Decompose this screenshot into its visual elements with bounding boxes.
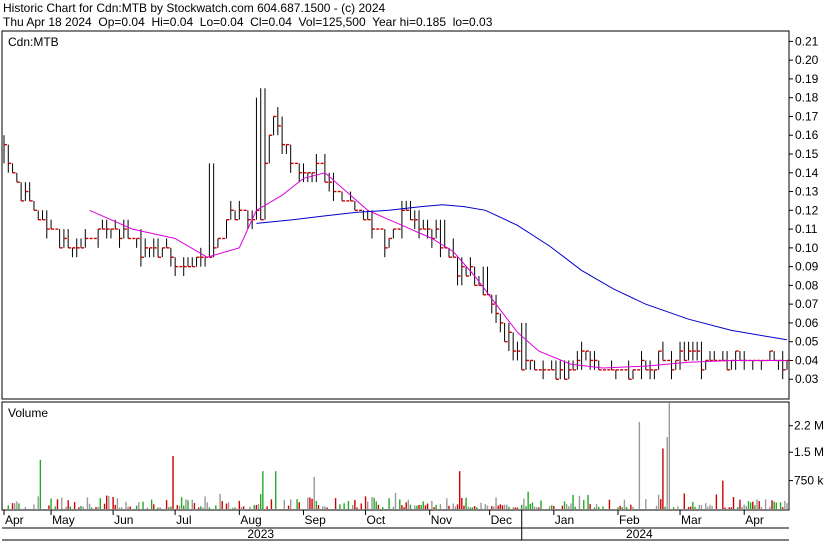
month-label: Feb (619, 513, 640, 527)
volume-y-tick-label: 750 k (794, 474, 824, 488)
price-panel-frame (1, 30, 790, 400)
price-y-tick-label: 0.08 (795, 278, 819, 292)
volume-y-axis: 2.2 M 1.5 M 750 k (789, 419, 824, 488)
volume-bars (7, 403, 788, 509)
month-label: Mar (681, 513, 702, 527)
price-y-tick-label: 0.04 (795, 353, 819, 367)
moving-average-short-line (89, 172, 787, 369)
price-y-tick-label: 0.17 (795, 109, 819, 123)
month-label: Jan (555, 513, 574, 527)
price-bars (3, 88, 790, 380)
time-axis: Apr May Jun Jul Aug Sep Oct Nov Dec Jan Feb Mar Apr 2… (3, 510, 764, 541)
price-y-tick-label: 0.03 (795, 372, 819, 386)
price-y-tick-label: 0.14 (795, 166, 819, 180)
stock-chart: Cdn:MTB 0.21 0.20 0.19 0.18 0.17 0.16 0.15 0.14… (1, 30, 824, 541)
price-y-tick-label: 0.06 (795, 316, 819, 330)
price-panel-title: Cdn:MTB (8, 35, 59, 49)
price-y-axis: 0.21 0.20 0.19 0.18 0.17 0.16 0.15 0.14 0.13 0.12… (789, 34, 819, 386)
month-label: Jun (114, 513, 133, 527)
month-label: Aug (240, 513, 261, 527)
chart-window: Historic Chart for Cdn:MTB by Stockwatch… (0, 0, 830, 543)
price-y-tick-label: 0.10 (795, 241, 819, 255)
volume-y-tick-label: 1.5 M (794, 445, 824, 459)
price-y-tick-label: 0.12 (795, 203, 819, 217)
month-label: Sep (305, 513, 327, 527)
price-y-tick-label: 0.16 (795, 128, 819, 142)
month-label: May (52, 513, 75, 527)
volume-panel-title: Volume (8, 406, 48, 420)
price-y-tick-label: 0.19 (795, 72, 819, 86)
month-label: Oct (367, 513, 386, 527)
price-y-tick-label: 0.18 (795, 91, 819, 105)
price-y-tick-label: 0.11 (795, 222, 818, 236)
month-label: Jul (176, 513, 191, 527)
year-label: 2024 (626, 527, 653, 541)
month-label: Apr (5, 513, 24, 527)
price-y-tick-label: 0.13 (795, 185, 819, 199)
moving-average-long-line (256, 204, 788, 341)
price-y-tick-label: 0.15 (795, 147, 819, 161)
price-y-tick-label: 0.20 (795, 53, 819, 67)
price-y-tick-label: 0.05 (795, 335, 819, 349)
price-y-tick-label: 0.21 (795, 34, 819, 48)
month-label: Nov (431, 513, 452, 527)
price-y-tick-label: 0.09 (795, 260, 819, 274)
year-label: 2023 (247, 527, 274, 541)
month-label: Apr (745, 513, 764, 527)
month-label: Dec (491, 513, 512, 527)
volume-y-tick-label: 2.2 M (794, 419, 824, 433)
price-y-tick-label: 0.07 (795, 297, 819, 311)
